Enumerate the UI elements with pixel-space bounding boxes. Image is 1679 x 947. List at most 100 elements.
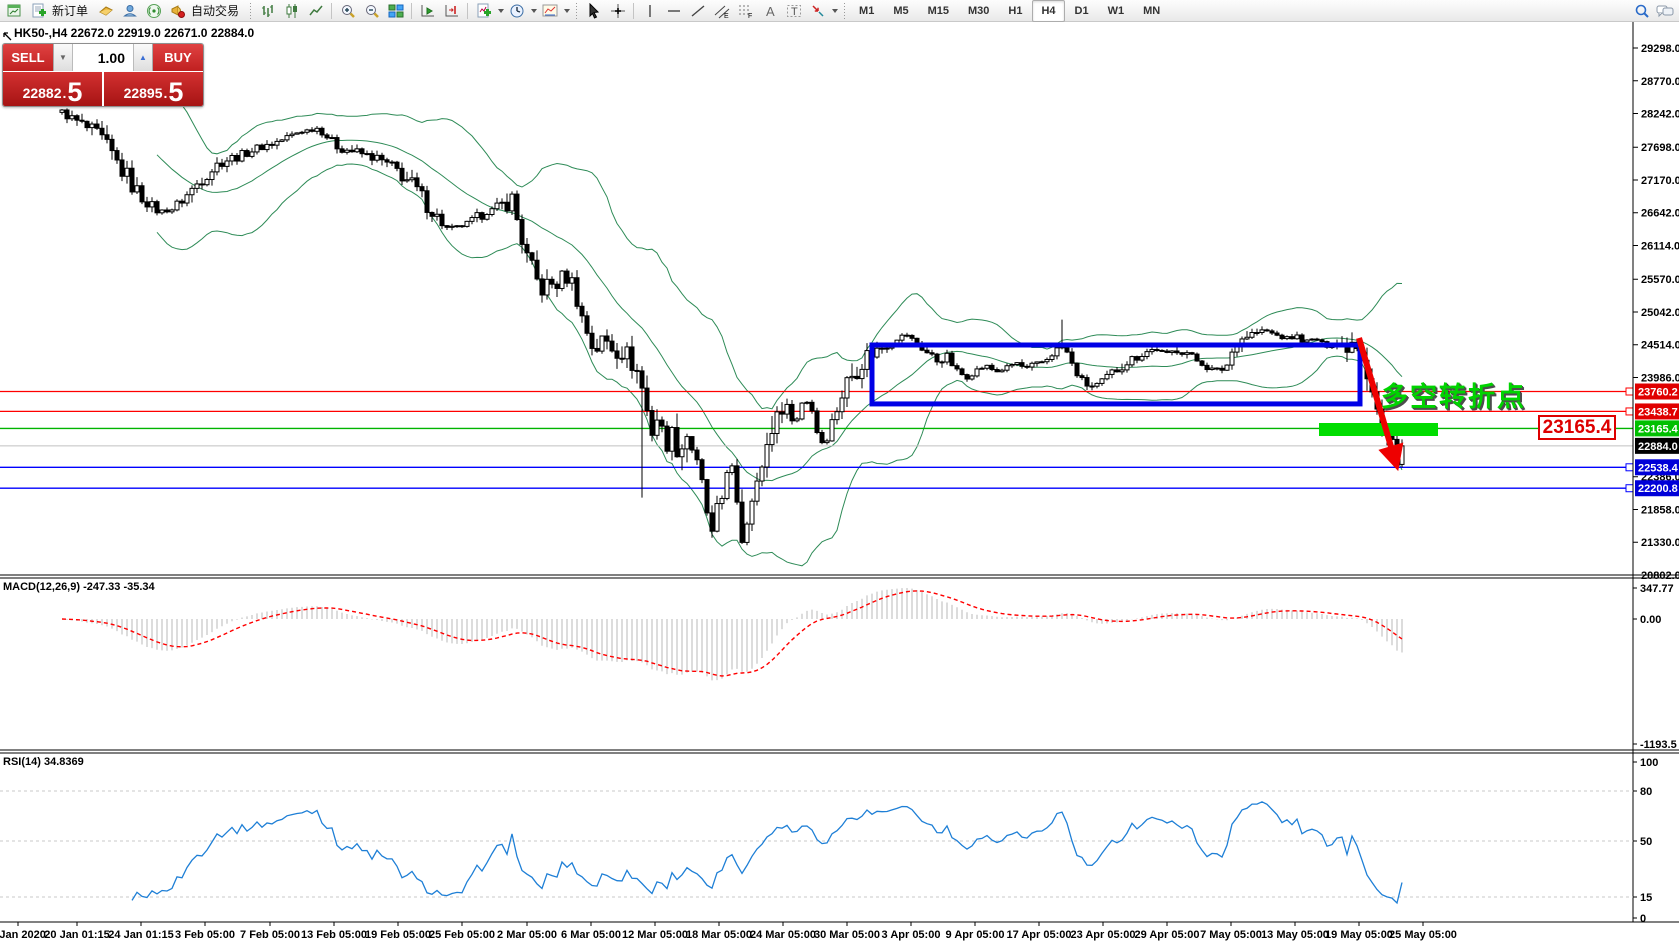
periods-icon[interactable] [505,1,528,21]
candle-body [235,155,239,161]
tab-timeframe-w1[interactable]: W1 [1099,0,1134,22]
trendline-icon[interactable] [686,1,709,21]
candle-body [925,350,929,353]
tab-timeframe-m1[interactable]: M1 [850,0,883,22]
new-order-icon[interactable] [27,1,50,21]
equidistant-channel-icon[interactable]: E [710,1,733,21]
candle-body [725,473,729,499]
candle-body [350,150,354,152]
tab-timeframe-h1[interactable]: H1 [999,0,1031,22]
autotrading-label[interactable]: 自动交易 [191,2,239,19]
tab-timeframe-m30[interactable]: M30 [959,0,998,22]
candle-body [360,149,364,154]
candle-body [940,362,944,363]
buy-button[interactable]: BUY [153,44,203,71]
time-axis-label: 24 Jan 01:15 [108,929,173,941]
new-order-label[interactable]: 新订单 [52,2,88,19]
time-axis-label: 7 May 05:00 [1200,929,1262,941]
volume-increase-button[interactable]: ▲ [133,44,152,71]
vertical-line-icon[interactable] [638,1,661,21]
zoom-out-icon[interactable] [360,1,383,21]
candle-body [85,121,89,127]
candle-body [190,188,194,194]
candle-body [810,402,814,411]
indicators-icon[interactable] [472,1,495,21]
tab-timeframe-m15[interactable]: M15 [919,0,958,22]
candle-body [1145,352,1149,357]
candle-body [540,279,544,295]
sell-price-panel[interactable]: 22882 . 5 [3,72,102,106]
periods-dropdown-caret[interactable] [531,9,537,13]
bollinger-upper-band[interactable] [157,77,1402,409]
candles-chart-icon[interactable] [280,1,303,21]
zoom-in-icon[interactable] [336,1,359,21]
hline-axis-marker[interactable] [1626,388,1633,395]
candle-body [1290,337,1294,339]
candle-body [430,212,434,216]
templates-dropdown-caret[interactable] [564,9,570,13]
auto-scroll-icon[interactable] [416,1,439,21]
candle-body [1175,351,1179,353]
candle-body [595,348,599,351]
chart-shift-icon[interactable] [440,1,463,21]
candle-body [255,145,259,152]
toolbar-drag-handle[interactable] [842,3,846,19]
candle-body [175,201,179,210]
bars-chart-icon[interactable] [256,1,279,21]
arrows-dropdown-caret[interactable] [832,9,838,13]
chart-canvas[interactable]: 29298.028770.028242.027698.027170.026642… [0,0,1679,947]
buy-price-panel[interactable]: 22895 . 5 [104,72,203,106]
candle-body [740,502,744,542]
cursor-icon[interactable] [582,1,605,21]
search-icon[interactable] [1630,1,1653,21]
toolbar-separator [411,3,412,19]
tab-timeframe-m5[interactable]: M5 [884,0,917,22]
candle-body [100,128,104,134]
turning-point-annotation[interactable]: 多空转折点 [1381,375,1526,414]
hline-axis-marker[interactable] [1626,408,1633,415]
candle-body [970,376,974,379]
candle-body [820,433,824,443]
chart-window-icon[interactable] [3,1,26,21]
text-icon[interactable]: A [758,1,781,21]
accounts-icon[interactable] [118,1,141,21]
volume-input[interactable]: 1.00 [73,44,133,71]
chat-icon[interactable] [1653,1,1676,21]
horizontal-line-icon[interactable] [662,1,685,21]
tab-timeframe-mn[interactable]: MN [1134,0,1169,22]
candle-body [805,402,809,403]
signals-icon[interactable] [142,1,165,21]
text-label-icon[interactable]: T [782,1,805,21]
sell-button[interactable]: SELL [3,44,53,71]
time-axis-label: 29 Apr 05:00 [1134,929,1199,941]
line-chart-icon[interactable] [304,1,327,21]
templates-icon[interactable] [538,1,561,21]
candle-body [685,437,689,449]
fibonacci-icon[interactable]: F [734,1,757,21]
metaeditor-icon[interactable] [94,1,117,21]
indicators-dropdown-caret[interactable] [498,9,504,13]
crosshair-icon[interactable] [606,1,629,21]
candle-body [1150,350,1154,352]
volume-decrease-button[interactable]: ▼ [54,44,73,71]
price-callout-box[interactable]: 23165.4 [1538,415,1616,440]
support-highlight-bar[interactable] [1319,423,1438,436]
hline-axis-marker[interactable] [1626,485,1633,492]
tile-windows-icon[interactable] [384,1,407,21]
candle-body [585,316,589,333]
tab-timeframe-d1[interactable]: D1 [1066,0,1098,22]
bollinger-lower-band[interactable] [157,164,1402,566]
hline-axis-marker[interactable] [1626,464,1633,471]
candle-body [440,214,444,225]
tab-timeframe-h4[interactable]: H4 [1032,0,1064,22]
macd-axis-label: -1193.5 [1640,739,1677,751]
toolbar-drag-handle[interactable] [248,3,252,19]
autotrading-icon[interactable] [166,1,189,21]
buy-price-dot: . [164,85,168,101]
candle-body [460,226,464,227]
candle-body [615,351,619,358]
time-axis-label: 18 Mar 05:00 [686,929,752,941]
arrows-tool-icon[interactable] [806,1,829,21]
toolbar-drag-handle[interactable] [574,3,578,19]
time-axis-label: 24 Mar 05:00 [750,929,816,941]
